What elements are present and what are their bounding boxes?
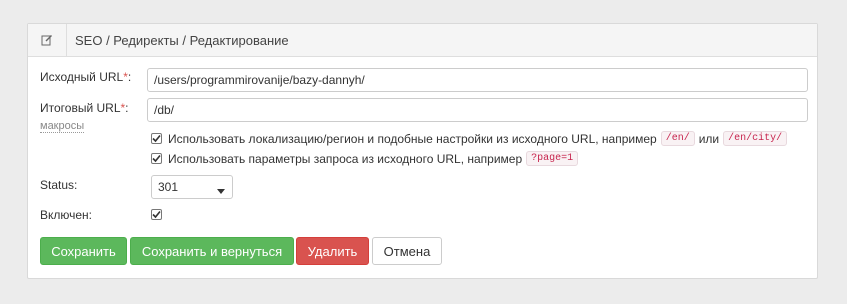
status-label: Status: <box>40 178 78 192</box>
cancel-button[interactable]: Отмена <box>372 237 442 265</box>
save-button[interactable]: Сохранить <box>40 237 127 265</box>
target-url-input[interactable] <box>147 98 808 122</box>
example-en-code: /en/ <box>660 131 695 146</box>
enabled-label: Включен: <box>40 208 93 222</box>
redirect-edit-panel: SEO / Редиректы / Редактирование Исходны… <box>27 23 818 279</box>
save-return-button[interactable]: Сохранить и вернуться <box>130 237 294 265</box>
localization-option: Использовать локализацию/регион и подобн… <box>151 131 791 146</box>
macros-link[interactable]: макросы <box>40 120 85 133</box>
label-colon: : <box>127 70 132 84</box>
page-title: SEO / Редиректы / Редактирование <box>75 33 289 48</box>
target-url-label: Итоговый URL*: <box>40 101 129 115</box>
localization-checkbox[interactable] <box>151 133 162 144</box>
query-checkbox[interactable] <box>151 153 162 164</box>
source-url-label-text: Исходный URL <box>40 70 124 84</box>
target-url-label-text: Итоговый URL <box>40 101 121 115</box>
or-text: или <box>698 131 720 146</box>
example-en-city-code: /en/city/ <box>723 131 788 146</box>
panel-header: SEO / Редиректы / Редактирование <box>28 24 817 57</box>
query-text: Использовать параметры запроса из исходн… <box>168 151 523 166</box>
source-url-input[interactable] <box>147 68 808 92</box>
label-colon: : <box>125 101 129 115</box>
delete-button[interactable]: Удалить <box>296 237 369 265</box>
status-value: 301 <box>158 180 179 194</box>
edit-icon <box>28 24 67 56</box>
chevron-down-icon <box>217 184 225 198</box>
localization-text: Использовать локализацию/регион и подобн… <box>168 131 657 146</box>
query-option: Использовать параметры запроса из исходн… <box>151 151 582 166</box>
status-select[interactable]: 301 <box>151 175 233 199</box>
enabled-checkbox[interactable] <box>151 209 162 220</box>
example-page-code: ?page=1 <box>526 151 579 166</box>
source-url-label: Исходный URL*: <box>40 70 131 84</box>
